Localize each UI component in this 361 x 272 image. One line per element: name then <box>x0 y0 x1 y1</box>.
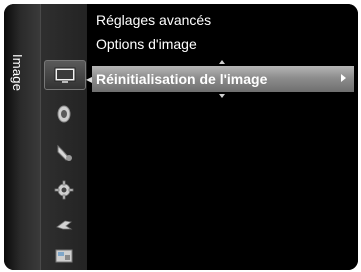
picture-icon[interactable] <box>44 60 86 90</box>
application-icon[interactable] <box>54 246 74 266</box>
category-icon-column <box>40 4 87 270</box>
sound-icon[interactable] <box>54 104 74 124</box>
setup-icon[interactable] <box>54 180 74 200</box>
menu-item-advanced-settings[interactable]: Réglages avancés <box>96 12 211 28</box>
channel-icon[interactable] <box>54 143 74 163</box>
menu-item-picture-reset-label: Réinitialisation de l'image <box>96 71 268 87</box>
category-tab: Image <box>4 4 40 270</box>
scroll-down-icon[interactable] <box>219 94 225 98</box>
osd-menu-frame: Image ◀ Réglages avancés Options d'image… <box>4 4 358 270</box>
arrow-right-icon <box>341 74 346 82</box>
menu-item-picture-options[interactable]: Options d'image <box>96 36 197 52</box>
scroll-up-icon[interactable] <box>219 60 225 64</box>
input-icon[interactable] <box>54 215 74 235</box>
picture-menu: Réglages avancés Options d'image Réiniti… <box>92 4 358 270</box>
category-tab-label: Image <box>10 54 25 92</box>
menu-item-picture-reset[interactable]: Réinitialisation de l'image <box>92 66 354 92</box>
